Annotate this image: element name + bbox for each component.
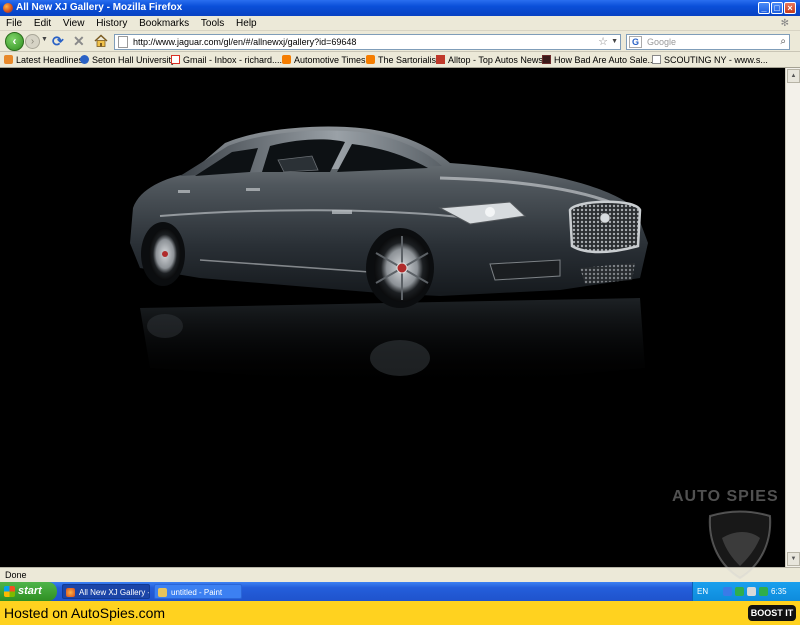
bookmark-label: The Sartorialist <box>378 55 439 65</box>
menu-bookmarks[interactable]: Bookmarks <box>135 16 194 31</box>
navigation-toolbar: ‹ › ▼ ⟳ ✕ http://www.jaguar.com/gl/en/#/… <box>0 31 800 52</box>
seton-hall-icon <box>80 55 89 64</box>
language-indicator[interactable]: EN <box>697 582 719 601</box>
network-icon[interactable] <box>723 587 732 596</box>
status-text: Done <box>5 570 27 580</box>
history-dropdown-icon[interactable]: ▼ <box>41 36 48 43</box>
google-search-engine-icon[interactable]: G <box>629 36 642 48</box>
window-title: All New XJ Gallery - Mozilla Firefox <box>16 2 183 13</box>
url-dropdown-icon[interactable]: ▼ <box>611 35 618 49</box>
bookmark-label: Seton Hall University <box>92 55 176 65</box>
menu-view[interactable]: View <box>59 16 90 31</box>
hosted-on-bar: Hosted on AutoSpies.com BOOST IT <box>0 601 800 625</box>
bookmark-label: Alltop - Top Autos News <box>448 55 543 65</box>
throbber-icon: ✻ <box>780 18 789 29</box>
windows-taskbar: start All New XJ Gallery - M... untitled… <box>0 582 800 615</box>
menu-edit[interactable]: Edit <box>30 16 56 31</box>
windows-logo-icon <box>4 586 15 597</box>
bookmark-gmail[interactable]: Gmail - Inbox - richard.... <box>171 52 283 67</box>
bookmark-label: How Bad Are Auto Sale... <box>554 55 656 65</box>
autospies-watermark: AUTO SPIES <box>672 488 779 505</box>
bookmark-automotive-times[interactable]: Automotive Times <box>282 52 366 67</box>
menu-history[interactable]: History <box>92 16 132 31</box>
status-bar: Done <box>0 567 800 582</box>
minimize-button[interactable]: _ <box>758 2 770 14</box>
blogger-icon <box>282 55 291 64</box>
forward-button[interactable]: › <box>25 34 40 49</box>
bookmark-scouting-ny[interactable]: SCOUTING NY - www.s... <box>652 52 768 67</box>
stop-icon[interactable]: ✕ <box>73 33 85 49</box>
screenshot: All New XJ Gallery - Mozilla Firefox _ □… <box>0 0 800 625</box>
maximize-button[interactable]: □ <box>771 2 783 14</box>
firefox-icon <box>3 3 13 13</box>
boost-it-button[interactable]: BOOST IT <box>748 605 796 621</box>
bookmark-label: Latest Headlines <box>16 55 84 65</box>
bookmark-latest-headlines[interactable]: Latest Headlines <box>4 52 84 67</box>
firefox-icon <box>66 588 75 597</box>
home-icon[interactable] <box>94 34 108 48</box>
bookmark-seton-hall[interactable]: Seton Hall University <box>80 52 176 67</box>
blogger-icon <box>366 55 375 64</box>
paint-icon <box>158 588 167 597</box>
menu-tools[interactable]: Tools <box>197 16 229 31</box>
bookmark-sartorialist[interactable]: The Sartorialist <box>366 52 439 67</box>
reload-icon[interactable]: ⟳ <box>52 34 66 48</box>
start-label: start <box>18 585 42 597</box>
menu-bar: File Edit View History Bookmarks Tools H… <box>0 16 800 31</box>
autospies-shield-logo <box>708 510 772 580</box>
address-bar[interactable]: http://www.jaguar.com/gl/en/#/allnewxj/g… <box>114 34 621 50</box>
bookmark-alltop[interactable]: Alltop - Top Autos News <box>436 52 543 67</box>
search-input[interactable]: G Google ⌕ <box>626 34 790 50</box>
page-icon <box>652 55 661 64</box>
page-icon <box>118 36 128 48</box>
taskbar-item-label: untitled - Paint <box>171 588 223 597</box>
jaguar-xj-photo <box>130 126 648 388</box>
security-icon[interactable] <box>735 587 744 596</box>
menu-file[interactable]: File <box>2 16 27 31</box>
start-button[interactable]: start <box>0 582 57 601</box>
alltop-icon <box>436 55 445 64</box>
taskbar-item-firefox[interactable]: All New XJ Gallery - M... <box>62 584 150 599</box>
gmail-icon <box>171 55 180 64</box>
bookmark-label: Automotive Times <box>294 55 366 65</box>
hosted-text[interactable]: Hosted on AutoSpies.com <box>4 605 165 621</box>
taskbar-item-label: All New XJ Gallery - M... <box>79 588 150 597</box>
bookmark-star-icon[interactable]: ☆ <box>598 35 608 49</box>
rss-icon <box>4 55 13 64</box>
antivirus-icon[interactable] <box>759 587 768 596</box>
taskbar-item-paint[interactable]: untitled - Paint <box>154 584 242 599</box>
close-button[interactable]: × <box>784 2 796 14</box>
scroll-down-icon[interactable]: ▼ <box>787 552 800 566</box>
bookmarks-toolbar: Latest Headlines Seton Hall University G… <box>0 52 800 68</box>
bookmark-label: SCOUTING NY - www.s... <box>664 55 768 65</box>
scroll-up-icon[interactable]: ▲ <box>787 69 800 83</box>
url-text: http://www.jaguar.com/gl/en/#/allnewxj/g… <box>133 37 357 47</box>
window-title-bar[interactable]: All New XJ Gallery - Mozilla Firefox _ □… <box>0 0 800 16</box>
menu-help[interactable]: Help <box>232 16 262 31</box>
back-button[interactable]: ‹ <box>5 32 24 51</box>
bookmark-auto-sales[interactable]: How Bad Are Auto Sale... <box>542 52 656 67</box>
search-icon[interactable]: ⌕ <box>780 35 786 49</box>
volume-icon[interactable] <box>747 587 756 596</box>
dark-site-icon <box>542 55 551 64</box>
bookmark-label: Gmail - Inbox - richard.... <box>183 55 283 65</box>
page-content <box>0 68 785 567</box>
search-placeholder: Google <box>647 37 677 47</box>
